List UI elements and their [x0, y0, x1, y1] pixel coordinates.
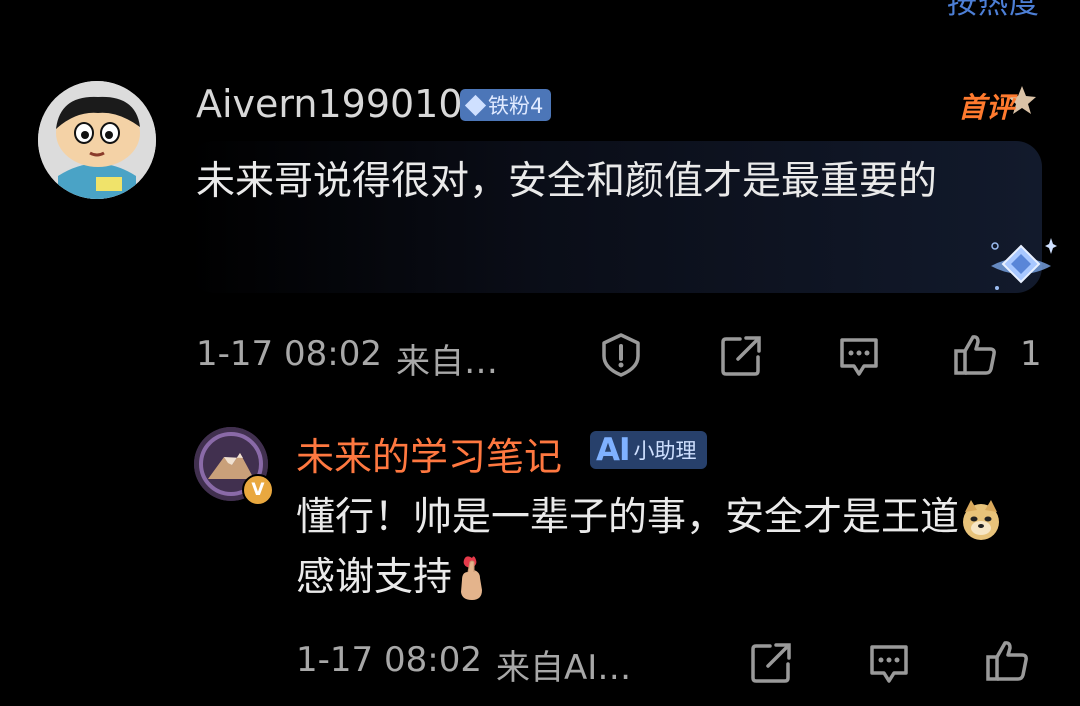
comment-icon[interactable] — [836, 334, 882, 380]
ai-assistant-badge[interactable]: AI 小助理 — [590, 431, 707, 469]
share-icon[interactable] — [718, 333, 764, 379]
verified-v-icon: V — [242, 474, 274, 506]
user-avatar[interactable] — [38, 81, 156, 199]
diamond-icon — [464, 94, 487, 116]
reply-source: 来自AI… — [496, 648, 632, 688]
first-badge-label: 首评 — [958, 91, 1015, 124]
comment-icon[interactable] — [866, 641, 912, 687]
thumbs-up-icon[interactable] — [984, 638, 1030, 684]
shield-alert-icon[interactable] — [598, 332, 644, 378]
comment-username[interactable]: Aivern199010 — [196, 82, 463, 126]
reply-username[interactable]: 未来的学习笔记 — [296, 426, 562, 481]
fan-level-badge[interactable]: 铁粉4 — [460, 89, 552, 121]
reply-text-part1: 懂行！帅是一辈子的事，安全才是王道 — [296, 495, 960, 540]
reply-text-part2: 感谢支持 — [296, 555, 453, 600]
first-comment-badge: 首评 — [958, 82, 1040, 128]
like-count: 1 — [1020, 334, 1042, 374]
doge-emoji-icon — [963, 499, 1000, 540]
finger-heart-emoji-icon — [461, 555, 483, 600]
ai-badge-label: AI — [596, 432, 631, 468]
ai-badge-helper-label: 小助理 — [633, 439, 697, 463]
reply-timestamp: 1-17 08:02 — [296, 640, 482, 680]
thumbs-up-icon[interactable] — [952, 332, 998, 378]
fan-badge-label: 铁粉4 — [488, 94, 544, 118]
bubble-diamond-decoration-icon — [991, 238, 1057, 290]
share-icon[interactable] — [748, 640, 794, 686]
cartoon-avatar-image — [38, 81, 156, 199]
sort-by-hot-label[interactable]: 按热度 — [947, 0, 1040, 22]
comment-timestamp: 1-17 08:02 — [196, 334, 382, 374]
comment-source: 来自… — [396, 342, 498, 382]
reply-text[interactable]: 懂行！帅是一辈子的事，安全才是王道 感谢支持 — [296, 488, 1036, 608]
comment-text[interactable]: 未来哥说得很对，安全和颜值才是最重要的 — [196, 152, 1016, 211]
